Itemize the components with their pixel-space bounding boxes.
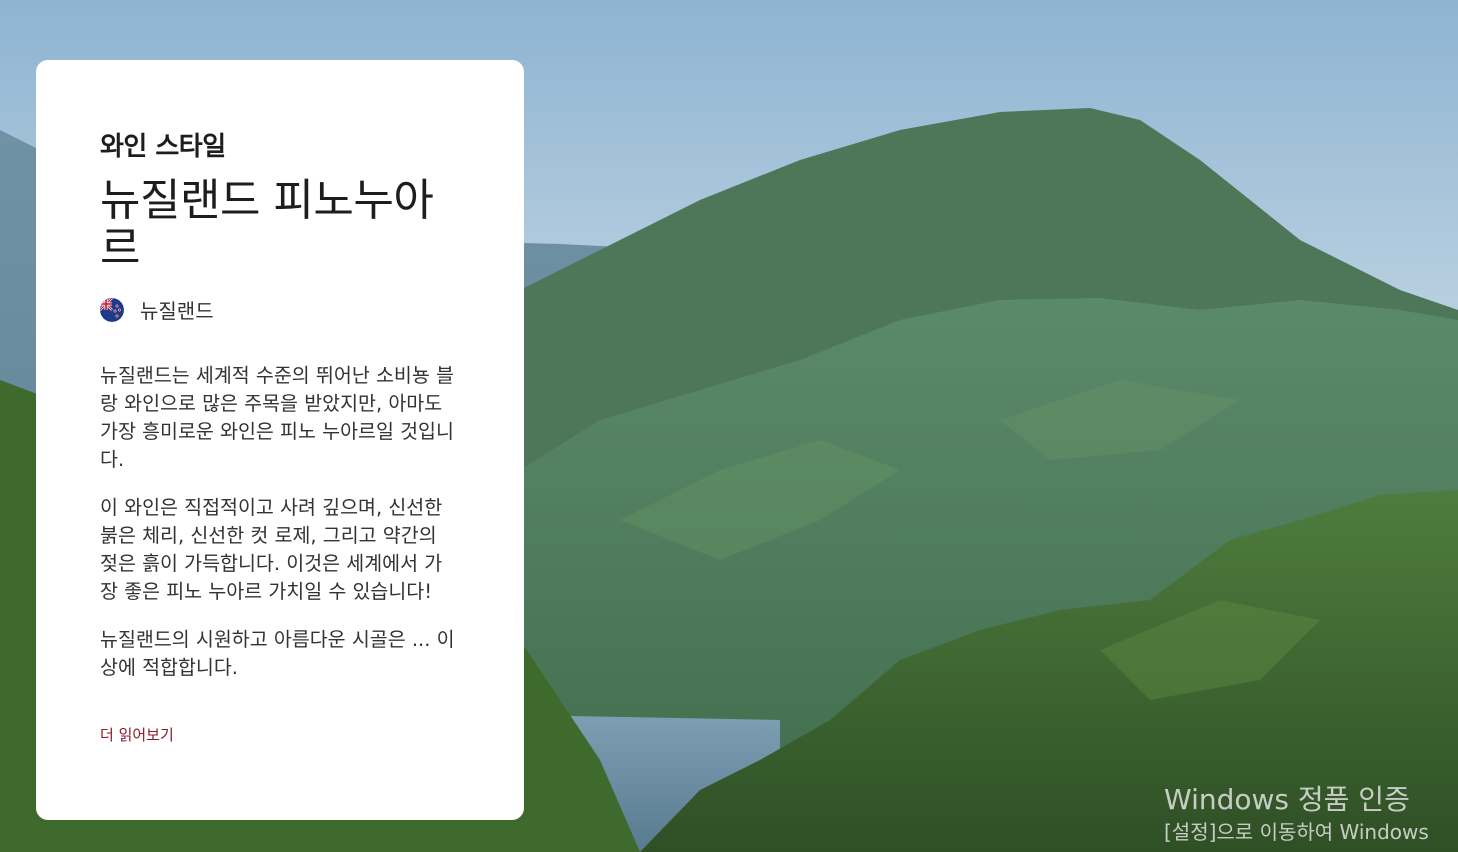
description-paragraph-1: 뉴질랜드는 세계적 수준의 뛰어난 소비뇽 블랑 와인으로 많은 주목을 받았지… <box>100 364 454 471</box>
page: 와인 스타일 뉴질랜드 피노누아르 뉴질랜드 뉴질랜드는 세계적 수준의 뛰어난… <box>0 0 1458 852</box>
watermark-line-1: Windows 정품 인증 <box>1164 783 1410 816</box>
country-row: 뉴질랜드 <box>100 295 460 324</box>
description-paragraph-2: 이 와인은 직접적이고 사려 깊으며, 신선한 붉은 체리, 신선한 컷 로제,… <box>100 496 443 603</box>
watermark-line-2: [설정]으로 이동하여 Windows <box>1164 820 1429 844</box>
new-zealand-flag-icon <box>100 297 124 322</box>
wine-style-card: 와인 스타일 뉴질랜드 피노누아르 뉴질랜드 뉴질랜드는 세계적 수준의 뛰어난… <box>36 60 524 820</box>
read-more-link[interactable]: 더 읽어보기 <box>100 724 174 745</box>
country-label: 뉴질랜드 <box>140 299 214 323</box>
windows-activation-watermark: Windows 정품 인증 [설정]으로 이동하여 Windows <box>1164 782 1429 846</box>
card-eyebrow: 와인 스타일 <box>100 132 226 162</box>
description-paragraph-3: 뉴질랜드의 시원하고 아름다운 시골은 ... 이상에 적합합니다. <box>100 628 455 679</box>
card-title: 뉴질랜드 피노누아르 <box>100 175 434 274</box>
